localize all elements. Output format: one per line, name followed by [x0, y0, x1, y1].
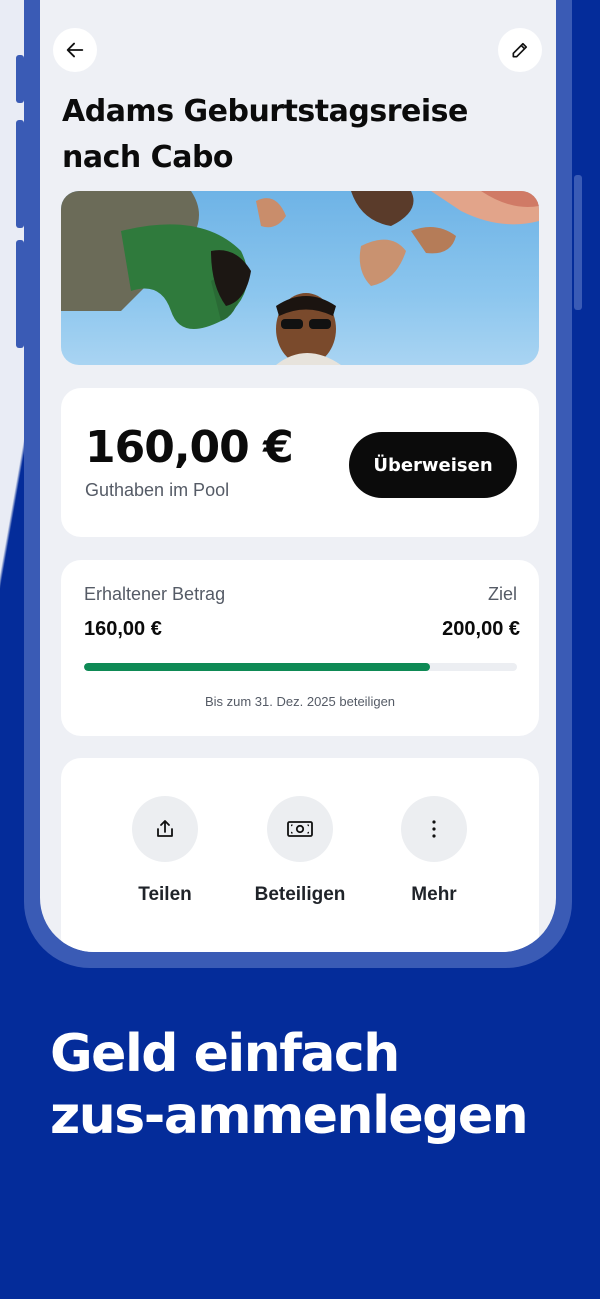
transfer-button[interactable]: Überweisen	[349, 432, 517, 498]
received-value: 160,00 €	[84, 618, 162, 640]
pool-title: Adams Geburtstagsreise nach Cabo	[62, 94, 468, 175]
phone-button	[16, 55, 24, 103]
progress-fill	[84, 663, 431, 671]
contribute-button[interactable]	[267, 796, 333, 862]
deadline-text: Bis zum 31. Dez. 2025 beteiligen	[204, 694, 396, 709]
more-vertical-icon	[432, 820, 436, 838]
pencil-icon	[512, 42, 528, 58]
progress-track	[84, 663, 517, 671]
phone-button	[574, 175, 582, 310]
promo-line-2: zus-ammenlegen	[50, 1086, 529, 1146]
goal-label: Ziel	[487, 584, 517, 604]
cash-icon	[287, 821, 313, 837]
progress-card: Erhaltener Betrag Ziel 160,00 € 200,00 €…	[61, 560, 539, 736]
goal-value: 200,00 €	[442, 618, 520, 640]
share-button[interactable]	[132, 796, 198, 862]
actions-card: Teilen Beteiligen Mehr	[61, 758, 539, 952]
balance-card: 160,00 € Guthaben im Pool Überweisen	[61, 388, 539, 537]
phone-button	[16, 120, 24, 228]
edit-button[interactable]	[498, 28, 542, 72]
more-action[interactable]: Mehr	[374, 796, 494, 906]
more-label: Mehr	[411, 884, 457, 905]
contribute-label: Beteiligen	[254, 884, 346, 905]
share-label: Teilen	[138, 884, 192, 905]
phone-frame: Adams Geburtstagsreise nach Cabo 160,00 …	[24, 0, 572, 968]
promo-headline: Geld einfach zus-ammenlegen	[50, 1023, 529, 1147]
received-label: Erhaltener Betrag	[84, 584, 226, 604]
share-action[interactable]: Teilen	[105, 796, 225, 906]
pool-balance: 160,00 €	[85, 422, 294, 473]
app-screen: Adams Geburtstagsreise nach Cabo 160,00 …	[40, 0, 556, 952]
more-button[interactable]	[401, 796, 467, 862]
back-button[interactable]	[53, 28, 97, 72]
share-icon	[157, 820, 173, 837]
contribute-action[interactable]: Beteiligen	[240, 796, 360, 906]
phone-button	[16, 240, 24, 348]
pool-balance-label: Guthaben im Pool	[85, 480, 230, 500]
pool-cover-image	[61, 191, 539, 365]
arrow-left-icon	[66, 42, 84, 58]
promo-line-1: Geld einfach	[50, 1024, 400, 1084]
